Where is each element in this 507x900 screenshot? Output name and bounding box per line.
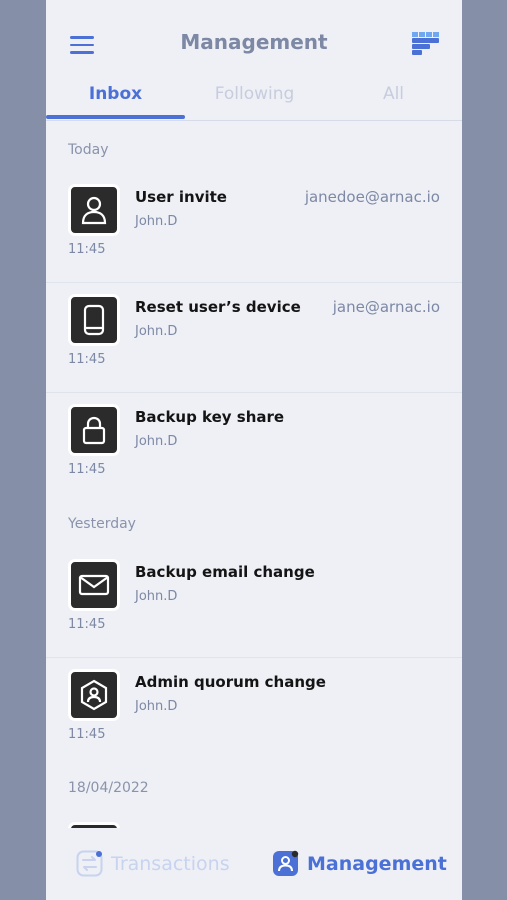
item-time: 11:45 bbox=[68, 727, 106, 742]
nav-transactions[interactable]: Transactions bbox=[76, 850, 230, 877]
tab-inbox[interactable]: Inbox bbox=[46, 84, 185, 104]
section-label-date: 18/04/2022 bbox=[68, 780, 149, 796]
admin-shield-icon bbox=[68, 669, 120, 721]
header: Management bbox=[46, 0, 462, 88]
inbox-item[interactable]: Admin quorum change John.D 11:45 bbox=[46, 659, 462, 767]
item-user: John.D bbox=[135, 589, 178, 604]
active-tab-indicator bbox=[46, 115, 185, 119]
item-title: Backup key share bbox=[135, 408, 285, 426]
device-icon bbox=[68, 294, 120, 346]
item-email: jane@arnac.io bbox=[332, 298, 440, 316]
item-user: John.D bbox=[135, 214, 178, 229]
inbox-item[interactable]: Backup key share John.D 11:45 bbox=[46, 394, 462, 502]
envelope-icon bbox=[68, 559, 120, 611]
item-title: User invite bbox=[135, 188, 227, 206]
section-label-today: Today bbox=[68, 142, 109, 158]
tab-following[interactable]: Following bbox=[185, 84, 324, 104]
management-icon bbox=[273, 850, 299, 876]
lock-icon bbox=[68, 404, 120, 456]
nav-label-management: Management bbox=[307, 852, 447, 875]
tab-bar: Inbox Following All bbox=[46, 84, 462, 121]
item-time: 11:45 bbox=[68, 352, 106, 367]
tab-all[interactable]: All bbox=[324, 84, 462, 104]
item-user: John.D bbox=[135, 699, 178, 714]
user-icon bbox=[68, 184, 120, 236]
page-title: Management bbox=[180, 30, 328, 54]
item-time: 11:45 bbox=[68, 462, 106, 477]
item-title: Backup email change bbox=[135, 563, 315, 581]
inbox-item[interactable]: Backup email change John.D 11:45 bbox=[46, 549, 462, 658]
bottom-nav: Transactions Management bbox=[46, 828, 462, 900]
arnac-logo-icon[interactable] bbox=[412, 32, 440, 56]
section-label-yesterday: Yesterday bbox=[68, 516, 136, 532]
transactions-icon bbox=[76, 850, 103, 877]
item-email: janedoe@arnac.io bbox=[304, 188, 440, 206]
inbox-item[interactable]: Reset user’s device John.D jane@arnac.io… bbox=[46, 284, 462, 393]
item-title: Reset user’s device bbox=[135, 298, 301, 316]
item-title: Admin quorum change bbox=[135, 673, 326, 691]
item-time: 11:45 bbox=[68, 242, 106, 257]
item-time: 11:45 bbox=[68, 617, 106, 632]
app-screen: Management Inbox Following All Today Use… bbox=[46, 0, 462, 900]
inbox-item[interactable]: User invite John.D janedoe@arnac.io 11:4… bbox=[46, 174, 462, 283]
nav-management[interactable]: Management bbox=[272, 850, 447, 877]
nav-label-transactions: Transactions bbox=[111, 852, 230, 875]
item-user: John.D bbox=[135, 434, 178, 449]
item-user: John.D bbox=[135, 324, 178, 339]
